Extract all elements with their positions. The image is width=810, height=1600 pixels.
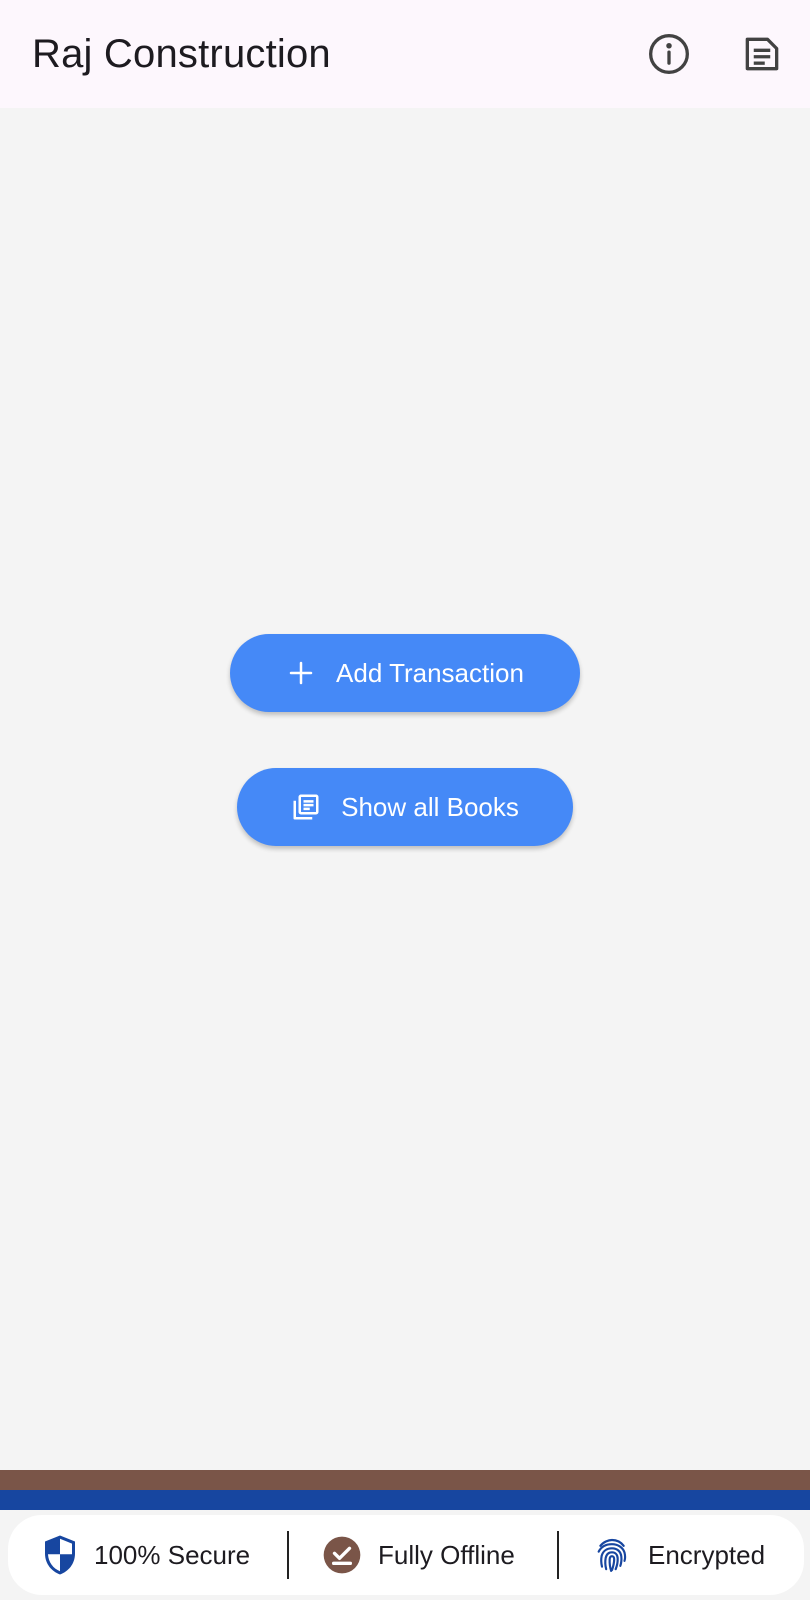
library-books-icon <box>291 792 321 822</box>
plus-icon <box>286 658 316 688</box>
shield-icon <box>42 1534 78 1576</box>
show-all-books-button[interactable]: Show all Books <box>237 768 573 846</box>
offline-check-icon <box>322 1535 362 1575</box>
blue-stripe <box>0 1490 810 1510</box>
divider <box>557 1531 559 1579</box>
info-icon[interactable] <box>645 30 693 78</box>
add-transaction-label: Add Transaction <box>336 657 524 688</box>
brown-stripe <box>0 1470 810 1490</box>
encrypted-label: Encrypted <box>648 1539 766 1570</box>
fingerprint-icon <box>592 1535 632 1575</box>
app-bar: Raj Construction <box>0 0 810 108</box>
trust-badges-bar: 100% Secure Fully Offline Encrypted <box>8 1515 804 1595</box>
notes-icon[interactable] <box>738 30 786 78</box>
app-title: Raj Construction <box>32 31 331 76</box>
show-all-books-label: Show all Books <box>341 791 519 822</box>
add-transaction-button[interactable]: Add Transaction <box>230 634 580 712</box>
secure-badge: 100% Secure <box>42 1534 250 1576</box>
offline-badge: Fully Offline <box>322 1535 515 1575</box>
secure-label: 100% Secure <box>94 1539 251 1570</box>
offline-label: Fully Offline <box>378 1539 515 1570</box>
divider <box>287 1531 289 1579</box>
encrypted-badge: Encrypted <box>592 1535 765 1575</box>
